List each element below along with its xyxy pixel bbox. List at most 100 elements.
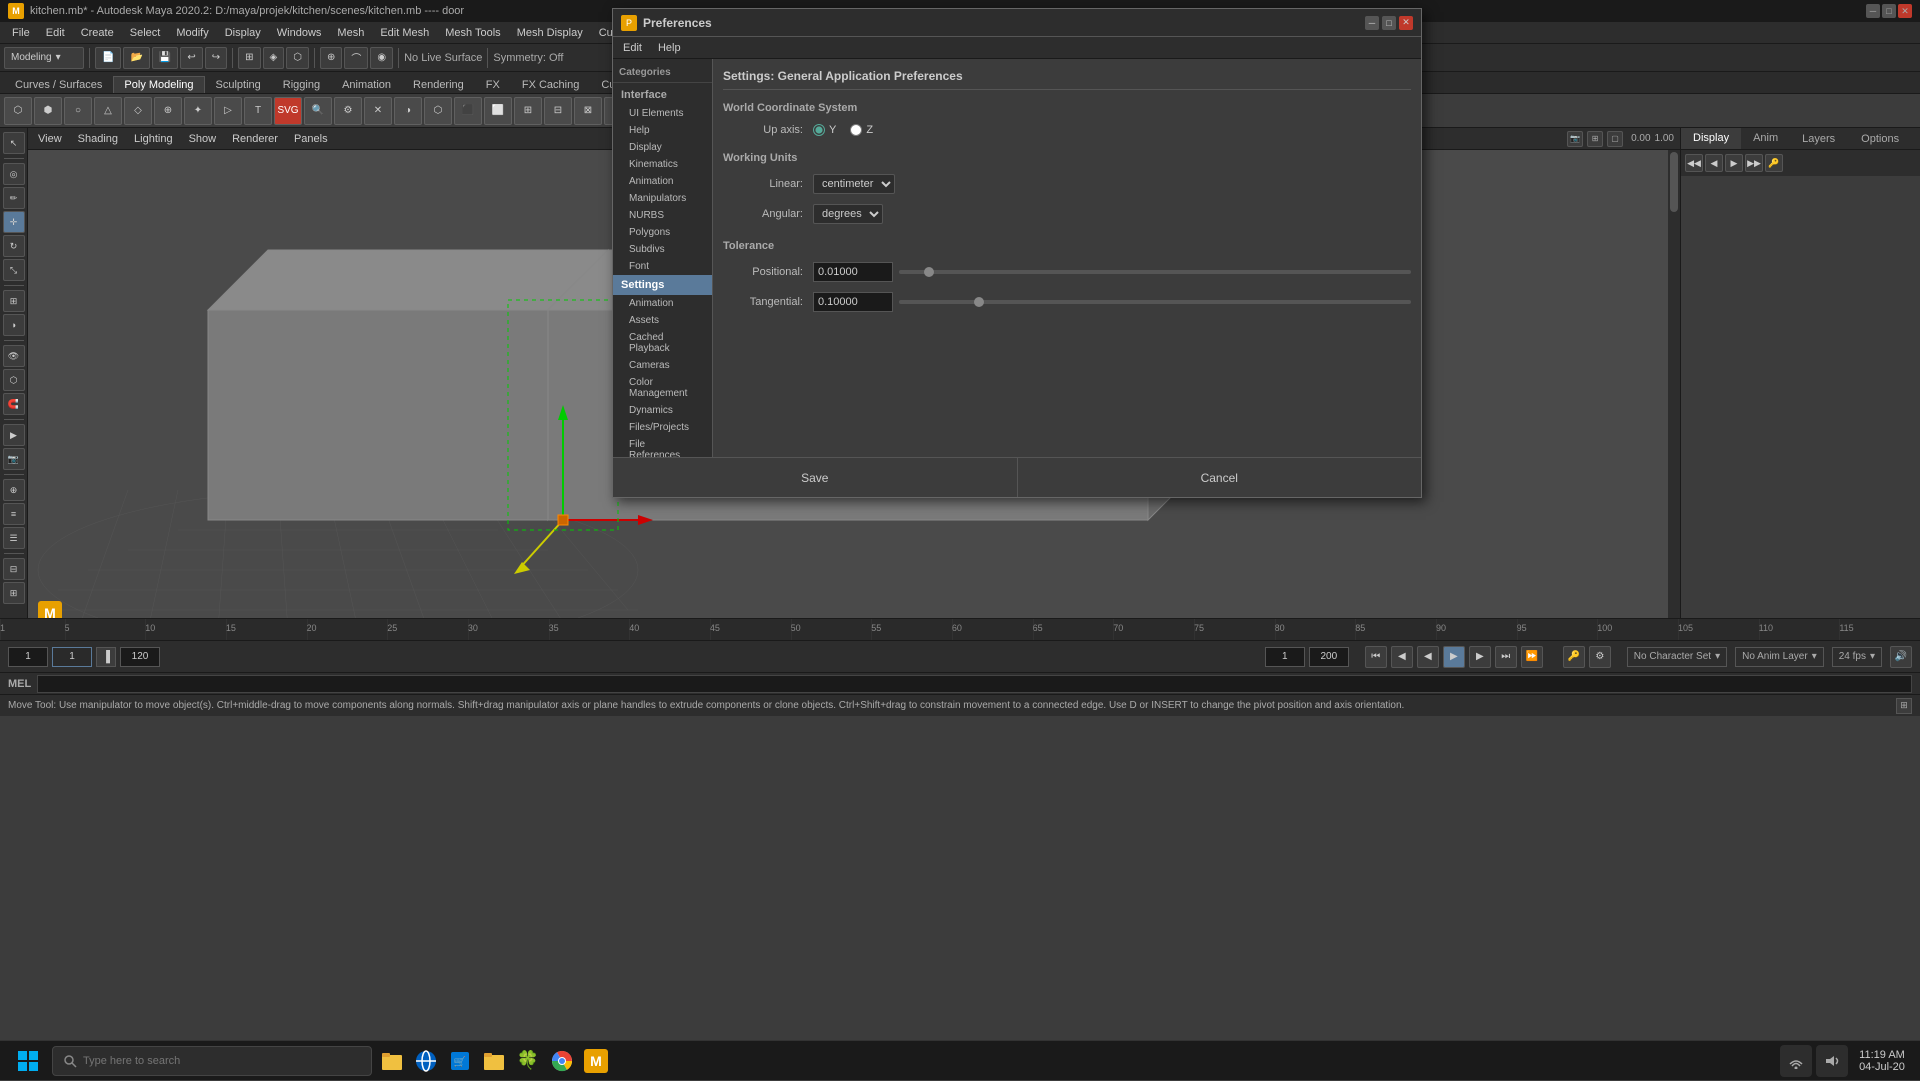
pinned-store[interactable]: 🛒 [444,1045,476,1077]
positional-input[interactable] [813,262,893,282]
shelf-icon-19[interactable]: ⊟ [544,97,572,125]
camera-button[interactable]: 📷 [3,448,25,470]
pref-cat-file-references[interactable]: File References [613,436,712,457]
tray-network-icon[interactable] [1780,1045,1812,1077]
rp-ctrl-prev[interactable]: ◀◀ [1685,154,1703,172]
key-frame-btn[interactable]: 🔑 [1563,646,1585,668]
shelf-tab-fx[interactable]: FX [475,76,511,93]
vp-menu-lighting[interactable]: Lighting [130,131,177,147]
rotate-tool-button[interactable]: ↻ [3,235,25,257]
rp-ctrl-forward[interactable]: ▶ [1725,154,1743,172]
pref-cat-animation-set[interactable]: Animation [613,295,712,312]
linear-units-select[interactable]: centimeter meter inch foot [813,174,895,194]
menu-mesh[interactable]: Mesh [329,25,372,41]
rp-ctrl-back[interactable]: ◀ [1705,154,1723,172]
node-editor-button[interactable]: ⊕ [3,479,25,501]
pref-cat-color-management[interactable]: Color Management [613,374,712,402]
render-button[interactable]: ▶ [3,424,25,446]
pref-cat-nurbs[interactable]: NURBS [613,207,712,224]
channel-box-button[interactable]: ☰ [3,527,25,549]
pref-cat-manipulators[interactable]: Manipulators [613,190,712,207]
pref-cat-font[interactable]: Font [613,258,712,275]
close-button[interactable]: ✕ [1898,4,1912,18]
pref-radio-z[interactable]: Z [850,124,873,136]
vp-menu-view[interactable]: View [34,131,66,147]
up-axis-y-radio[interactable] [813,124,825,136]
pinned-browser1[interactable] [410,1045,442,1077]
frame-end-field[interactable]: 120 [120,647,160,667]
play-forward-btn[interactable]: ▶ [1443,646,1465,668]
pref-cat-cameras[interactable]: Cameras [613,357,712,374]
pref-cat-display[interactable]: Display [613,139,712,156]
timeline-area[interactable]: 1510152025303540455055606570758085909510… [0,618,1920,640]
snap-toggle-button[interactable]: 🧲 [3,393,25,415]
pinned-maya[interactable]: M [580,1045,612,1077]
up-axis-z-label[interactable]: Z [866,124,873,136]
select-by-hierarchy-button[interactable]: ⊞ [238,47,260,69]
pinned-app-clover[interactable]: 🍀 [512,1045,544,1077]
shelf-icon-16[interactable]: ⬛ [454,97,482,125]
vp-menu-panels[interactable]: Panels [290,131,332,147]
pref-radio-y[interactable]: Y [813,124,836,136]
tangential-input[interactable] [813,292,893,312]
shelf-tab-poly-modeling[interactable]: Poly Modeling [113,76,204,93]
pinned-file-explorer[interactable] [376,1045,408,1077]
up-axis-y-label[interactable]: Y [829,124,836,136]
shelf-icon-1[interactable]: ⬡ [4,97,32,125]
rp-tab-options[interactable]: Options [1849,129,1911,149]
menu-create[interactable]: Create [73,25,122,41]
pref-save-button[interactable]: Save [613,458,1017,497]
snap-grid-button[interactable]: ⊕ [320,47,342,69]
shelf-tab-fx-caching[interactable]: FX Caching [511,76,590,93]
maximize-button[interactable]: □ [1882,4,1896,18]
step-back-btn[interactable]: ◀ [1391,646,1413,668]
scale-tool-button[interactable]: ⤡ [3,259,25,281]
pref-cat-assets[interactable]: Assets [613,312,712,329]
menu-edit-mesh[interactable]: Edit Mesh [372,25,437,41]
snap-curve-button[interactable]: ⌒ [344,47,368,69]
menu-display[interactable]: Display [217,25,269,41]
move-tool-button[interactable]: ✛ [3,211,25,233]
menu-file[interactable]: File [4,25,38,41]
pinned-chrome[interactable] [546,1045,578,1077]
pref-cat-animation-int[interactable]: Animation [613,173,712,190]
playback-range-btn[interactable]: ▐ [96,647,116,667]
shelf-icon-14[interactable]: ◑ [394,97,422,125]
rp-tab-anim[interactable]: Anim [1741,128,1790,149]
rp-tab-help[interactable]: Help [1913,129,1920,149]
pref-cat-settings[interactable]: Settings [613,275,712,295]
universal-manip-button[interactable]: ⊞ [3,290,25,312]
pref-menu-edit[interactable]: Edit [619,40,646,56]
shelf-tab-animation[interactable]: Animation [331,76,402,93]
loop-btn[interactable]: ⏩ [1521,646,1543,668]
shelf-icon-3[interactable]: ○ [64,97,92,125]
angular-units-select[interactable]: degrees radians [813,204,883,224]
shelf-tab-rigging[interactable]: Rigging [272,76,331,93]
open-scene-button[interactable]: 📂 [123,47,149,69]
shelf-tab-rendering[interactable]: Rendering [402,76,475,93]
search-input[interactable] [83,1055,361,1067]
redo-button[interactable]: ↪ [205,47,227,69]
vp-grid-icon[interactable]: ⊞ [1587,131,1603,147]
no-character-set-dropdown[interactable]: No Character Set ▾ [1627,647,1727,667]
pref-cat-ui-elements[interactable]: UI Elements [613,105,712,122]
save-scene-button[interactable]: 💾 [152,47,178,69]
menu-edit[interactable]: Edit [38,25,73,41]
anim-start-field[interactable]: 1 [1265,647,1305,667]
workspace-dropdown[interactable]: Modeling ▾ [4,47,84,69]
goto-end-btn[interactable]: ⏭ [1495,646,1517,668]
show-hide-button[interactable]: 👁 [3,345,25,367]
rp-tab-display[interactable]: Display [1681,128,1741,149]
component-button[interactable]: ⬡ [3,369,25,391]
shelf-icon-2[interactable]: ⬢ [34,97,62,125]
positional-slider[interactable] [899,270,1411,274]
no-anim-layer-dropdown[interactable]: No Anim Layer ▾ [1735,647,1824,667]
shelf-icon-15[interactable]: ⬡ [424,97,452,125]
shelf-icon-4[interactable]: △ [94,97,122,125]
shelf-icon-12[interactable]: ⚙ [334,97,362,125]
soft-mod-button[interactable]: ◑ [3,314,25,336]
pref-minimize-btn[interactable]: ─ [1365,16,1379,30]
menu-mesh-display[interactable]: Mesh Display [509,25,591,41]
status-expand-btn[interactable]: ⊞ [1896,698,1912,714]
layer-editor-button[interactable]: ⊟ [3,558,25,580]
